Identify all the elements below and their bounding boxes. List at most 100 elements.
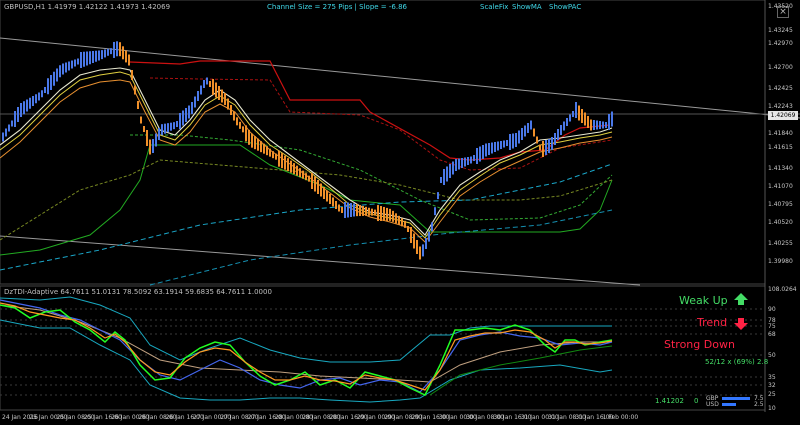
candle bbox=[296, 165, 298, 176]
chart-canvas[interactable] bbox=[0, 0, 800, 425]
symbol-info: GBPUSD,H1 1.41979 1.42122 1.41973 1.4206… bbox=[4, 3, 171, 11]
candle bbox=[521, 128, 523, 140]
candle bbox=[170, 122, 172, 131]
candle bbox=[374, 209, 376, 216]
candle bbox=[287, 158, 289, 172]
candle bbox=[5, 128, 7, 137]
indicator-tick: 68 bbox=[768, 331, 776, 338]
candle bbox=[518, 130, 520, 144]
candle bbox=[350, 203, 352, 217]
candle bbox=[59, 65, 61, 78]
candle bbox=[221, 89, 223, 103]
candle bbox=[305, 173, 307, 181]
candle bbox=[590, 119, 592, 131]
candle bbox=[491, 142, 493, 154]
candle bbox=[368, 207, 370, 216]
scalefix-button[interactable]: ScaleFix bbox=[480, 3, 508, 11]
candle bbox=[443, 169, 445, 185]
candle bbox=[425, 238, 427, 249]
candle bbox=[224, 93, 226, 105]
candle bbox=[92, 51, 94, 63]
candle bbox=[38, 92, 40, 101]
showma-button[interactable]: ShowMA bbox=[512, 3, 542, 11]
candle bbox=[461, 158, 463, 168]
candle bbox=[212, 79, 214, 95]
candle bbox=[497, 141, 499, 151]
price-tick: 1.42425 bbox=[768, 85, 793, 92]
candle bbox=[473, 155, 475, 161]
candle bbox=[125, 50, 127, 63]
candle bbox=[320, 183, 322, 197]
candle bbox=[548, 139, 550, 153]
indicator-tick: 35 bbox=[768, 374, 776, 381]
candle bbox=[386, 207, 388, 221]
candle bbox=[440, 177, 442, 183]
usd-strength-bar bbox=[722, 403, 736, 406]
candle bbox=[32, 96, 34, 106]
candle bbox=[86, 51, 88, 66]
candle bbox=[251, 133, 253, 148]
showpac-button[interactable]: ShowPAC bbox=[549, 3, 581, 11]
candle bbox=[338, 204, 340, 212]
candle bbox=[428, 231, 430, 242]
candle bbox=[119, 42, 121, 57]
candle bbox=[248, 129, 250, 145]
candle bbox=[185, 108, 187, 122]
candle bbox=[68, 61, 70, 71]
candle bbox=[257, 138, 259, 151]
candle bbox=[380, 206, 382, 221]
candle bbox=[557, 129, 559, 140]
candle bbox=[176, 121, 178, 127]
ma-yellow bbox=[0, 71, 613, 239]
candle bbox=[383, 206, 385, 221]
indicator-green bbox=[0, 304, 613, 396]
indicator-tick: 32 bbox=[768, 382, 776, 389]
strength-readout: 52/12 x (69%) 2.8 bbox=[705, 358, 769, 366]
candle bbox=[200, 85, 202, 95]
weak-up-label: Weak Up bbox=[679, 294, 728, 307]
candle bbox=[530, 120, 532, 130]
candle bbox=[563, 121, 565, 131]
candle bbox=[482, 145, 484, 159]
ma-orange bbox=[0, 79, 613, 243]
candle bbox=[74, 59, 76, 67]
candle bbox=[11, 120, 13, 127]
candle bbox=[500, 141, 502, 149]
candle bbox=[545, 140, 547, 155]
candle bbox=[260, 141, 262, 153]
candle bbox=[566, 118, 568, 126]
candle bbox=[602, 121, 604, 129]
indicator-tick: 90 bbox=[768, 306, 776, 313]
indicator-tick: 50 bbox=[768, 352, 776, 359]
price-tick: 1.42970 bbox=[768, 40, 793, 47]
candle bbox=[515, 133, 517, 147]
candle bbox=[53, 71, 55, 86]
candle bbox=[98, 50, 100, 61]
usd-label: USD bbox=[706, 401, 719, 408]
indicator-panel bbox=[0, 285, 766, 411]
candle bbox=[293, 163, 295, 175]
price-tick: 1.43245 bbox=[768, 27, 793, 34]
candle bbox=[503, 140, 505, 148]
candle bbox=[458, 158, 460, 170]
candle bbox=[398, 215, 400, 225]
candle bbox=[587, 116, 589, 128]
candle bbox=[83, 51, 85, 67]
price-tick: 1.41615 bbox=[768, 144, 793, 151]
candle bbox=[194, 96, 196, 108]
candle bbox=[173, 122, 175, 130]
candle bbox=[143, 126, 145, 132]
candle bbox=[524, 125, 526, 137]
candle bbox=[26, 99, 28, 112]
candle bbox=[326, 190, 328, 202]
candle bbox=[65, 62, 67, 73]
indicator-tick: 108.0264 bbox=[768, 286, 797, 293]
candle bbox=[23, 101, 25, 115]
candle bbox=[62, 63, 64, 75]
candle bbox=[110, 48, 112, 55]
candle bbox=[215, 82, 217, 98]
candle bbox=[416, 240, 418, 254]
candle bbox=[593, 120, 595, 130]
candle bbox=[467, 157, 469, 165]
candle bbox=[203, 80, 205, 88]
